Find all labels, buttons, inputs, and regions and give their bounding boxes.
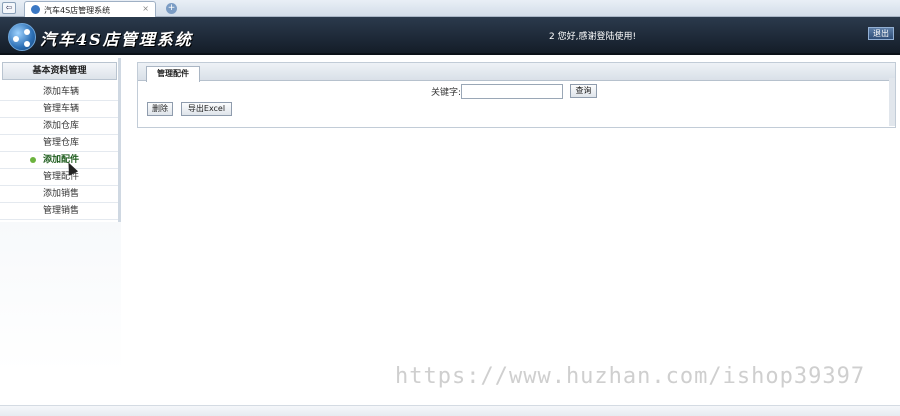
status-strip [0, 405, 900, 416]
sidebar-item-label: 管理销售 [43, 206, 80, 216]
new-tab-plus-icon[interactable]: + [166, 3, 177, 14]
sidebar-heading[interactable]: 基本资料管理 [2, 62, 117, 80]
sidebar-item-add-parts[interactable]: 添加配件 [0, 152, 118, 169]
welcome-message: 2 您好,感谢登陆使用! [549, 32, 637, 42]
sidebar-item-label: 管理配件 [43, 172, 80, 182]
scrollbar[interactable] [889, 78, 895, 126]
logout-button[interactable]: 退出 [868, 27, 894, 40]
sidebar-item-label: 添加销售 [43, 189, 80, 199]
delete-button[interactable]: 删除 [147, 102, 173, 116]
sidebar-item-manage-sales[interactable]: 管理销售 [0, 203, 118, 220]
sidebar-item-add-vehicle[interactable]: 添加车辆 [0, 84, 118, 101]
browser-tab-title: 汽车4S店管理系统 [44, 6, 111, 15]
favicon-icon [31, 5, 40, 14]
browser-tab-bar: ⇦ 汽车4S店管理系统 × + [0, 0, 900, 17]
tab-manage-parts[interactable]: 管理配件 [146, 66, 200, 82]
sidebar-item-label: 管理车辆 [43, 104, 80, 114]
logo-icon [8, 23, 36, 51]
sidebar-background [0, 222, 121, 372]
app-title: 汽车4S店管理系统 [40, 30, 193, 49]
sidebar-item-add-warehouse[interactable]: 添加仓库 [0, 118, 118, 135]
query-button[interactable]: 查询 [570, 84, 597, 98]
sidebar: 基本资料管理 添加车辆 管理车辆 添加仓库 管理仓库 添加配件 管理配件 添加销… [0, 58, 121, 222]
sidebar-item-manage-vehicle[interactable]: 管理车辆 [0, 101, 118, 118]
bullet-icon [30, 157, 36, 163]
sidebar-item-label: 添加车辆 [43, 87, 80, 97]
sidebar-item-add-sales[interactable]: 添加销售 [0, 186, 118, 203]
sidebar-item-manage-parts[interactable]: 管理配件 [0, 169, 118, 186]
app-header: 汽车4S店管理系统 2 您好,感谢登陆使用! 退出 [0, 17, 900, 55]
keyword-label: 关键字: [431, 88, 462, 98]
sidebar-item-manage-warehouse[interactable]: 管理仓库 [0, 135, 118, 152]
sidebar-item-label: 管理仓库 [43, 138, 80, 148]
export-excel-button[interactable]: 导出Excel [181, 102, 232, 116]
watermark: https://www.huzhan.com/ishop39397 [395, 364, 866, 389]
main-panel: 管理配件 关键字: 查询 删除 导出Excel [137, 62, 896, 128]
panel-tab-strip: 管理配件 [138, 63, 895, 82]
close-icon[interactable]: × [142, 4, 149, 13]
sidebar-item-label: 添加仓库 [43, 121, 80, 131]
keyword-input[interactable] [461, 84, 563, 99]
back-arrow-icon[interactable]: ⇦ [2, 2, 16, 14]
search-row: 关键字: 查询 [138, 83, 895, 101]
sidebar-menu: 添加车辆 管理车辆 添加仓库 管理仓库 添加配件 管理配件 添加销售 管理销售 [0, 84, 118, 220]
browser-tab[interactable]: 汽车4S店管理系统 × [24, 1, 156, 17]
